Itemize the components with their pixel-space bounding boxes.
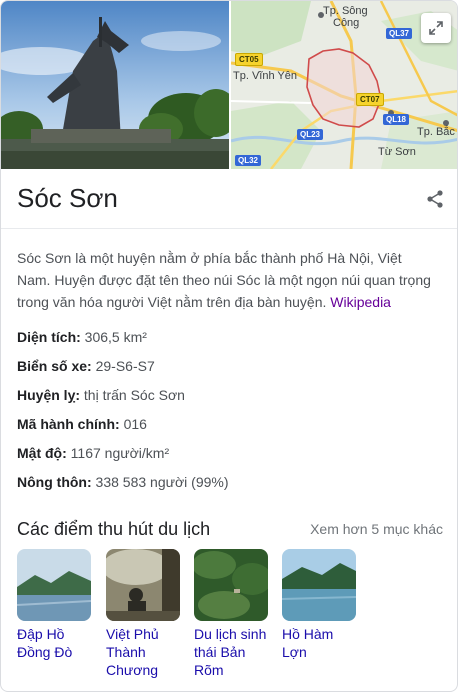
- map-label-tu-son: Từ Sơn: [378, 146, 416, 158]
- road-badge-ct05: CT05: [235, 53, 263, 66]
- attraction-thumbnail[interactable]: [106, 549, 180, 621]
- fact-value: 338 583 người (99%): [95, 474, 229, 490]
- road-badge-ql37: QL37: [386, 28, 413, 39]
- fact-value: 016: [123, 416, 147, 432]
- fact-label[interactable]: Mật độ:: [17, 445, 67, 461]
- fact-seat: Huyện lỵ: thị trấn Sóc Sơn: [17, 385, 437, 414]
- fact-area: Diện tích: 306,5 km²: [17, 327, 437, 356]
- attraction-name[interactable]: Đập Hồ Đồng Đò: [17, 625, 91, 661]
- attractions-header: Các điểm thu hút du lịch Xem hơn 5 mục k…: [17, 517, 443, 541]
- attraction-name[interactable]: Hồ Hàm Lợn: [282, 625, 356, 661]
- share-button[interactable]: [425, 189, 445, 209]
- road-badge-ct07: CT07: [356, 93, 384, 106]
- road-badge-ql18: QL18: [383, 114, 410, 125]
- map-label-song-cong: Tp. Sông: [323, 5, 368, 17]
- road-badge-ql32: QL32: [235, 155, 262, 166]
- map-label-vinh-yen: Tp. Vĩnh Yên: [233, 70, 298, 82]
- map-label-bac-ninh: Tp. Bắc Nin: [417, 126, 457, 138]
- fact-rural: Nông thôn: 338 583 người (99%): [17, 472, 437, 501]
- fact-label[interactable]: Biển số xe:: [17, 358, 92, 374]
- road-badge-ql23: QL23: [297, 129, 324, 140]
- attraction-name[interactable]: Du lịch sinh thái Bản Rõm: [194, 625, 268, 679]
- share-icon: [427, 190, 443, 208]
- map-label-song-cong-2: Công: [333, 17, 360, 29]
- fact-label[interactable]: Diện tích:: [17, 329, 81, 345]
- see-more-link[interactable]: Xem hơn 5 mục khác: [310, 521, 443, 537]
- attraction-thumbnail[interactable]: [194, 549, 268, 621]
- fact-admin-code: Mã hành chính: 016: [17, 414, 437, 443]
- fact-density: Mật độ: 1167 người/km²: [17, 443, 437, 472]
- fact-plate: Biển số xe: 29-S6-S7: [17, 356, 437, 385]
- fact-label[interactable]: Mã hành chính:: [17, 416, 120, 432]
- page-title: Sóc Sơn: [17, 183, 118, 213]
- fact-value: 1167 người/km²: [70, 445, 170, 461]
- attraction-name[interactable]: Việt Phủ Thành Chương: [106, 625, 180, 679]
- description: Sóc Sơn là một huyện nằm ở phía bắc thàn…: [17, 247, 437, 313]
- attraction-card[interactable]: Việt Phủ Thành Chương: [106, 549, 180, 679]
- knowledge-panel: Tp. Sông Công Tp. Vĩnh Yên Tp. Bắc Nin T…: [0, 0, 458, 692]
- attraction-card[interactable]: Du lịch sinh thái Bản Rõm: [194, 549, 268, 679]
- fact-value: 306,5 km²: [84, 329, 147, 345]
- facts-list: Diện tích: 306,5 km² Biển số xe: 29-S6-S…: [17, 327, 437, 501]
- statue-photo[interactable]: [1, 1, 229, 169]
- fact-value: 29-S6-S7: [95, 358, 155, 374]
- attraction-thumbnail[interactable]: [17, 549, 91, 621]
- attraction-card[interactable]: Hồ Hàm Lợn: [282, 549, 356, 661]
- expand-icon: [429, 21, 443, 35]
- wikipedia-link[interactable]: Wikipedia: [330, 294, 391, 310]
- hero-images: Tp. Sông Công Tp. Vĩnh Yên Tp. Bắc Nin T…: [1, 1, 457, 169]
- attraction-thumbnail[interactable]: [282, 549, 356, 621]
- fact-value[interactable]: thị trấn Sóc Sơn: [84, 387, 185, 403]
- title-row: Sóc Sơn: [1, 169, 457, 229]
- expand-map-button[interactable]: [421, 13, 451, 43]
- attraction-card[interactable]: Đập Hồ Đồng Đò: [17, 549, 91, 661]
- fact-label[interactable]: Huyện lỵ:: [17, 387, 80, 403]
- fact-label[interactable]: Nông thôn:: [17, 474, 92, 490]
- location-map[interactable]: Tp. Sông Công Tp. Vĩnh Yên Tp. Bắc Nin T…: [231, 1, 457, 169]
